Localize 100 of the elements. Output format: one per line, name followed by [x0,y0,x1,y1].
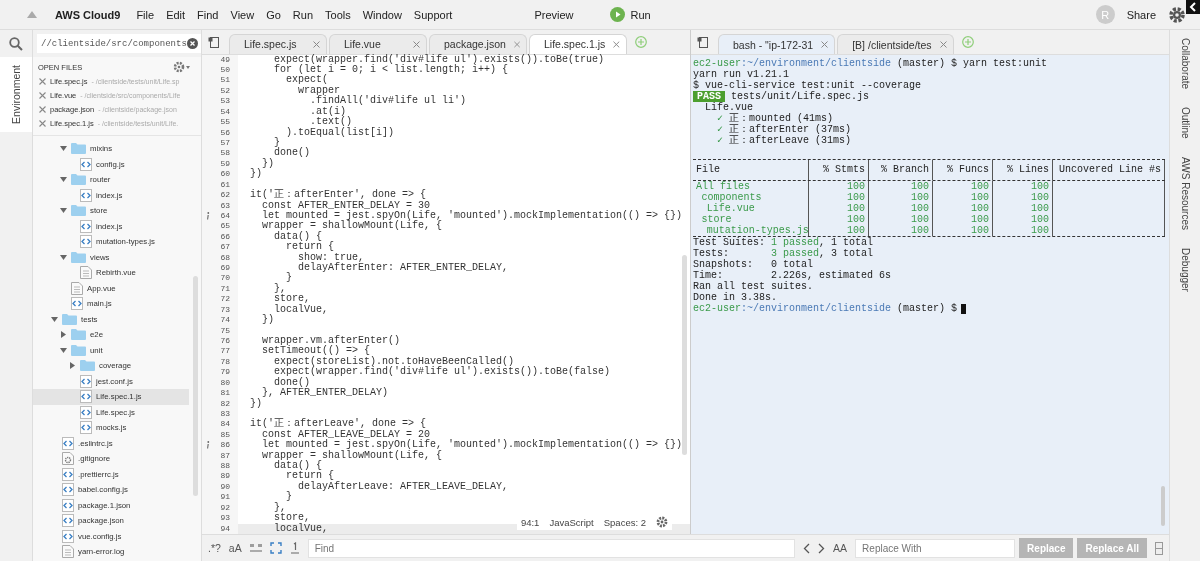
code-file-icon [80,188,92,202]
terminal-tab[interactable]: [B] /clientside/tes [837,34,954,54]
language-mode[interactable]: JavaScript [549,516,594,528]
line-number: 84 [220,419,230,430]
terminal-text: (master) $ [896,303,958,314]
menu-item[interactable]: Edit [160,8,192,21]
side-panel-tab[interactable]: Collaborate [1179,38,1191,90]
cursor-position[interactable]: 94:1 [520,516,540,528]
search-field[interactable]: //clientside/src/components [37,34,201,53]
line-number: 88 [220,461,230,472]
side-panel-tab[interactable]: AWS Resources [1179,156,1191,230]
scrollbar[interactable] [682,254,687,455]
terminal-tab[interactable]: bash - "ip-172-31 [718,34,836,54]
preserve-case-button[interactable]: AA [833,542,848,554]
side-panel-tab[interactable]: Outline [1179,107,1191,139]
panel-menu-icon[interactable] [697,37,708,48]
code-file-icon [62,529,74,543]
table-cell: 100 [1031,225,1049,236]
table-cell: 100 [1031,203,1049,214]
close-icon[interactable] [939,41,947,48]
menu-item[interactable]: Run [286,8,320,21]
caret-icon[interactable] [59,331,67,339]
code-line: }) [261,158,274,170]
preview-menu[interactable]: Preview [528,8,580,21]
replace-field[interactable]: Replace With [855,538,1016,558]
panel-icon[interactable] [1155,541,1163,555]
line-number: 56 [220,127,230,138]
text-cursor [961,303,967,314]
table-cell: 100 [971,181,989,192]
caret-icon[interactable] [59,176,67,184]
run-icon[interactable] [609,7,625,22]
menu-item[interactable]: File [130,8,161,21]
close-icon[interactable] [39,119,46,127]
caret-icon[interactable] [59,253,67,261]
menu-item[interactable]: Support [407,8,459,21]
editor-tab[interactable]: package.json [429,33,527,54]
close-icon[interactable] [821,41,829,48]
next-icon[interactable] [818,542,826,554]
line-number: 55 [220,117,230,128]
line-number: 73 [220,304,230,316]
table-cell: 100 [971,225,989,236]
settings-icon[interactable] [1168,5,1186,24]
collapse-icon[interactable] [1186,0,1200,14]
close-icon[interactable] [513,40,520,48]
code-line: }, [273,502,286,513]
caret-icon[interactable] [50,315,58,323]
close-icon[interactable] [39,91,46,99]
settings-icon[interactable] [173,61,191,73]
pass-badge: PASS [693,91,725,102]
close-icon[interactable] [613,40,620,48]
indent-setting[interactable]: Spaces: 2 [603,516,646,528]
side-panel-tab[interactable]: Debugger [1179,247,1191,292]
menu-item[interactable]: Find [191,8,225,21]
share-button[interactable]: Share [1120,8,1162,21]
search-icon[interactable] [9,36,23,51]
code-line: .text() [310,117,353,128]
code-file-icon [80,219,92,233]
editor-tab[interactable]: Life.spec.1.js [529,33,627,54]
code-file-icon [80,374,92,388]
find-option-button[interactable]: aA [228,542,242,554]
editor-tab[interactable]: Life.spec.js [229,33,327,54]
scrollbar[interactable] [1161,486,1165,526]
wrap-icon[interactable] [289,542,300,554]
line-number: 86 [220,440,230,451]
code-line: done() [273,148,310,159]
selection-icon[interactable] [269,542,282,554]
line-number: 65 [220,221,230,232]
panel-menu-icon[interactable] [208,36,219,48]
close-icon[interactable] [39,77,46,85]
terminal-text: tests/unit/Life.spec.js [730,91,870,102]
code-line: expect( [285,75,328,86]
table-cell: 100 [847,181,865,192]
caret-icon[interactable] [59,346,67,354]
menu-item[interactable]: Tools [319,8,357,21]
success-text: 1 passed [771,237,820,248]
caret-icon[interactable] [59,145,67,153]
run-button[interactable]: Run [624,8,657,21]
code-file-icon [80,421,92,435]
environment-tab[interactable]: Environment [0,57,32,132]
line-number: 54 [220,106,230,118]
close-icon[interactable] [313,40,320,48]
menu-item[interactable]: Go [260,8,287,21]
prompt-user: ec2-user [693,58,741,69]
editor-tab[interactable]: Life.vue [329,33,427,54]
previous-icon[interactable] [803,542,811,554]
code-line: .findAll('div#life ul li') [310,96,467,107]
clear-icon[interactable] [186,38,198,49]
whole-word-icon[interactable] [249,543,262,553]
find-field[interactable]: Find [307,538,796,558]
caret-icon[interactable] [59,207,67,215]
menu-item[interactable]: View [224,8,261,21]
line-number: 62 [220,190,230,201]
caret-icon[interactable] [68,362,76,370]
code-line: setTimeout(() => { [261,346,371,357]
find-option-button[interactable]: .*? [208,542,221,554]
close-icon[interactable] [39,105,46,113]
settings-icon[interactable] [656,516,668,528]
scrollbar[interactable] [193,276,198,496]
close-icon[interactable] [413,40,420,48]
menu-item[interactable]: Window [356,8,408,21]
